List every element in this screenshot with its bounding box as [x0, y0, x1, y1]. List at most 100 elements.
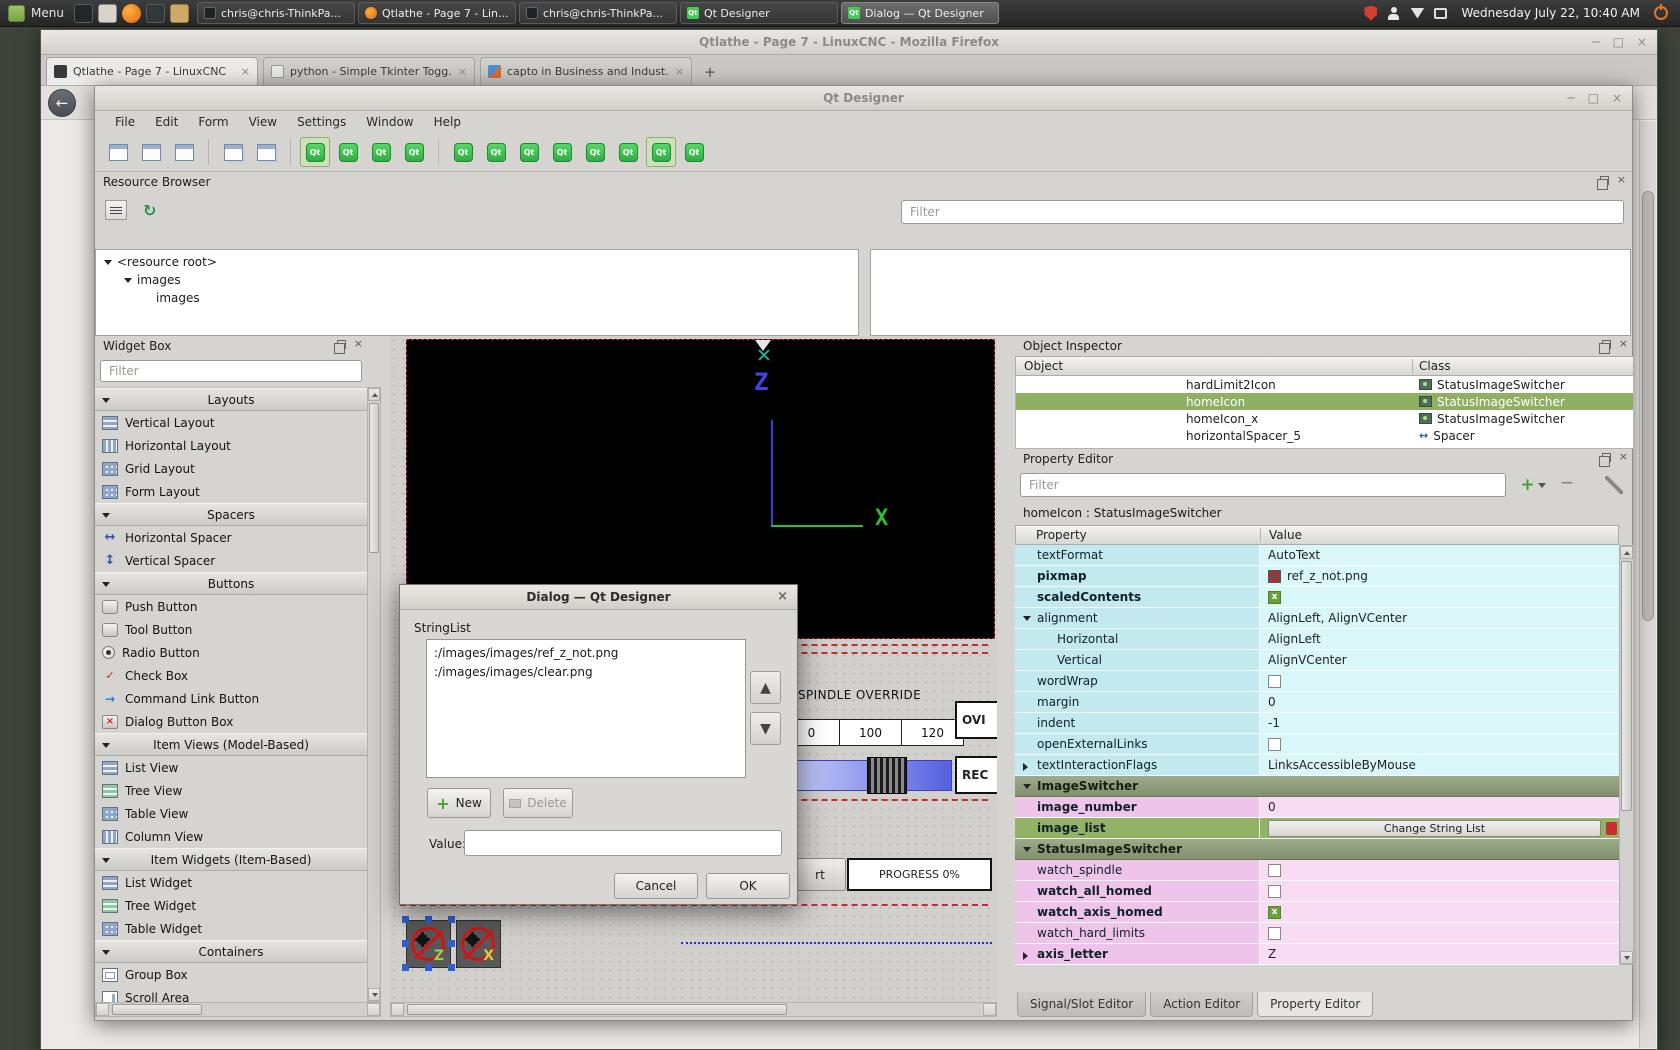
- property-row-image-number[interactable]: image_number 0: [1015, 797, 1619, 818]
- widget-item-tree-view[interactable]: Tree View: [95, 779, 367, 802]
- close-panel-icon[interactable]: ×: [1619, 452, 1628, 462]
- scroll-right-icon[interactable]: [367, 1003, 380, 1016]
- selection-handle[interactable]: [402, 964, 409, 971]
- tab-close-icon[interactable]: ×: [458, 65, 467, 78]
- maximize-icon[interactable]: □: [1588, 91, 1599, 105]
- selection-handle[interactable]: [448, 964, 455, 971]
- resource-images-item[interactable]: images: [96, 271, 858, 289]
- widget-section-layouts[interactable]: Layouts: [95, 388, 367, 411]
- menu-view[interactable]: View: [239, 113, 287, 131]
- checkbox-unchecked-icon[interactable]: [1268, 864, 1281, 877]
- edit-widgets-button[interactable]: Qt: [300, 137, 330, 167]
- reset-property-icon[interactable]: [1606, 822, 1617, 835]
- selection-handle[interactable]: [402, 916, 409, 923]
- scroll-down-icon[interactable]: [1620, 951, 1633, 964]
- scroll-down-icon[interactable]: [368, 988, 380, 1001]
- widget-item-table-view[interactable]: Table View: [95, 802, 367, 825]
- tab-close-icon[interactable]: ×: [675, 65, 684, 78]
- abort-button[interactable]: rt: [794, 858, 846, 891]
- property-row-wordwrap[interactable]: wordWrap: [1015, 671, 1619, 692]
- taskbar-window-terminal-1[interactable]: chris@chris-ThinkPa...: [197, 2, 355, 24]
- adjust-size-button[interactable]: Qt: [679, 137, 709, 167]
- widget-item-list-view[interactable]: List View: [95, 756, 367, 779]
- resource-root-item[interactable]: <resource root>: [96, 253, 858, 271]
- tab-python-tkinter[interactable]: python - Simple Tkinter Togg... ×: [263, 57, 475, 85]
- object-row-homeicon[interactable]: homeIcon StatusImageSwitcher: [1016, 393, 1633, 410]
- tab-capto[interactable]: capto in Business and Indust... ×: [480, 57, 692, 85]
- add-dynamic-property-button[interactable]: +: [1515, 473, 1551, 497]
- save-form-button[interactable]: [169, 137, 199, 167]
- tab-signal-slot-editor[interactable]: Signal/Slot Editor: [1017, 992, 1146, 1017]
- menu-help[interactable]: Help: [424, 113, 471, 131]
- collapse-arrow-icon[interactable]: [104, 260, 112, 265]
- widget-item-tree-widget[interactable]: Tree Widget: [95, 894, 367, 917]
- menu-button[interactable]: Menu: [6, 2, 74, 25]
- close-panel-icon[interactable]: ×: [1617, 175, 1626, 185]
- expand-arrow-icon[interactable]: [1023, 952, 1028, 960]
- widget-item-vertical-layout[interactable]: Vertical Layout: [95, 411, 367, 434]
- widget-section-item-views[interactable]: Item Views (Model-Based): [95, 733, 367, 756]
- refresh-icon[interactable]: ↻: [143, 201, 156, 220]
- taskbar-window-terminal-2[interactable]: chris@chris-ThinkPa...: [519, 2, 677, 24]
- widget-item-form-layout[interactable]: Form Layout: [95, 480, 367, 503]
- widget-section-containers[interactable]: Containers: [95, 940, 367, 963]
- close-icon[interactable]: ×: [1637, 35, 1647, 49]
- layout-form-button[interactable]: Qt: [580, 137, 610, 167]
- move-up-button[interactable]: ▲: [750, 671, 781, 704]
- launcher-terminal2-icon[interactable]: [146, 4, 165, 23]
- property-row-alignment-vertical[interactable]: Vertical AlignVCenter: [1015, 650, 1619, 671]
- firefox-scrollbar[interactable]: [1639, 121, 1656, 1048]
- widget-item-horizontal-spacer[interactable]: ↔Horizontal Spacer: [95, 526, 367, 549]
- layout-vertical-button[interactable]: Qt: [481, 137, 511, 167]
- taskbar-window-qt-designer[interactable]: Qt Qt Designer: [680, 2, 838, 24]
- checkbox-checked-icon[interactable]: x: [1268, 906, 1281, 919]
- edit-signals-button[interactable]: Qt: [333, 137, 363, 167]
- launcher-files-icon[interactable]: [98, 4, 117, 23]
- property-row-image-list[interactable]: image_list Change String List: [1015, 818, 1619, 839]
- menu-settings[interactable]: Settings: [287, 113, 356, 131]
- widget-box-hscrollbar[interactable]: [95, 1002, 381, 1017]
- selection-handle[interactable]: [448, 916, 455, 923]
- form-hscrollbar[interactable]: [390, 1002, 997, 1017]
- layout-splitter-v-button[interactable]: Qt: [547, 137, 577, 167]
- property-filter-input[interactable]: [1020, 473, 1506, 497]
- collapse-arrow-icon[interactable]: [124, 278, 132, 283]
- copy-button[interactable]: [218, 137, 248, 167]
- qt-titlebar[interactable]: Qt Designer ─ □ ×: [95, 86, 1632, 111]
- close-icon[interactable]: ×: [777, 589, 788, 604]
- layout-horizontal-button[interactable]: Qt: [448, 137, 478, 167]
- property-row-axis-letter[interactable]: axis_letter Z: [1015, 944, 1619, 965]
- close-panel-icon[interactable]: ×: [354, 339, 363, 349]
- open-form-button[interactable]: [136, 137, 166, 167]
- minimize-icon[interactable]: ─: [1592, 35, 1599, 49]
- scrollbar-thumb[interactable]: [1621, 561, 1632, 811]
- menu-window[interactable]: Window: [356, 113, 423, 131]
- stringlist-listbox[interactable]: :/images/images/ref_z_not.png :/images/i…: [426, 639, 746, 778]
- widget-item-table-widget[interactable]: Table Widget: [95, 917, 367, 940]
- property-group-imageswitcher[interactable]: ImageSwitcher: [1015, 776, 1619, 797]
- value-input[interactable]: [464, 830, 782, 856]
- widget-item-command-link-button[interactable]: →Command Link Button: [95, 687, 367, 710]
- home-z-image-widget[interactable]: Z: [406, 920, 451, 968]
- checkbox-checked-icon[interactable]: x: [1268, 591, 1281, 604]
- edit-buddies-button[interactable]: Qt: [366, 137, 396, 167]
- layout-grid-button[interactable]: Qt: [613, 137, 643, 167]
- firefox-titlebar[interactable]: Qtlathe - Page 7 - LinuxCNC - Mozilla Fi…: [41, 30, 1657, 55]
- menu-edit[interactable]: Edit: [145, 113, 188, 131]
- power-icon[interactable]: [1654, 6, 1668, 20]
- widget-section-spacers[interactable]: Spacers: [95, 503, 367, 526]
- property-row-pixmap[interactable]: pixmap ref_z_not.png: [1015, 566, 1619, 587]
- property-row-indent[interactable]: indent -1: [1015, 713, 1619, 734]
- edit-tab-order-button[interactable]: Qt: [399, 137, 429, 167]
- maximize-icon[interactable]: □: [1613, 35, 1624, 49]
- property-row-textinteractionflags[interactable]: textInteractionFlags LinksAccessibleByMo…: [1015, 755, 1619, 776]
- property-row-openexternallinks[interactable]: openExternalLinks: [1015, 734, 1619, 755]
- scroll-up-icon[interactable]: [1620, 546, 1633, 559]
- selection-handle[interactable]: [425, 916, 432, 923]
- property-row-textformat[interactable]: textFormat AutoText: [1015, 545, 1619, 566]
- checkbox-unchecked-icon[interactable]: [1268, 885, 1281, 898]
- widget-box-scrollbar[interactable]: [367, 387, 381, 1002]
- resource-list-view-button[interactable]: [105, 200, 127, 220]
- widget-section-buttons[interactable]: Buttons: [95, 572, 367, 595]
- remove-dynamic-property-button[interactable]: —: [1561, 475, 1573, 489]
